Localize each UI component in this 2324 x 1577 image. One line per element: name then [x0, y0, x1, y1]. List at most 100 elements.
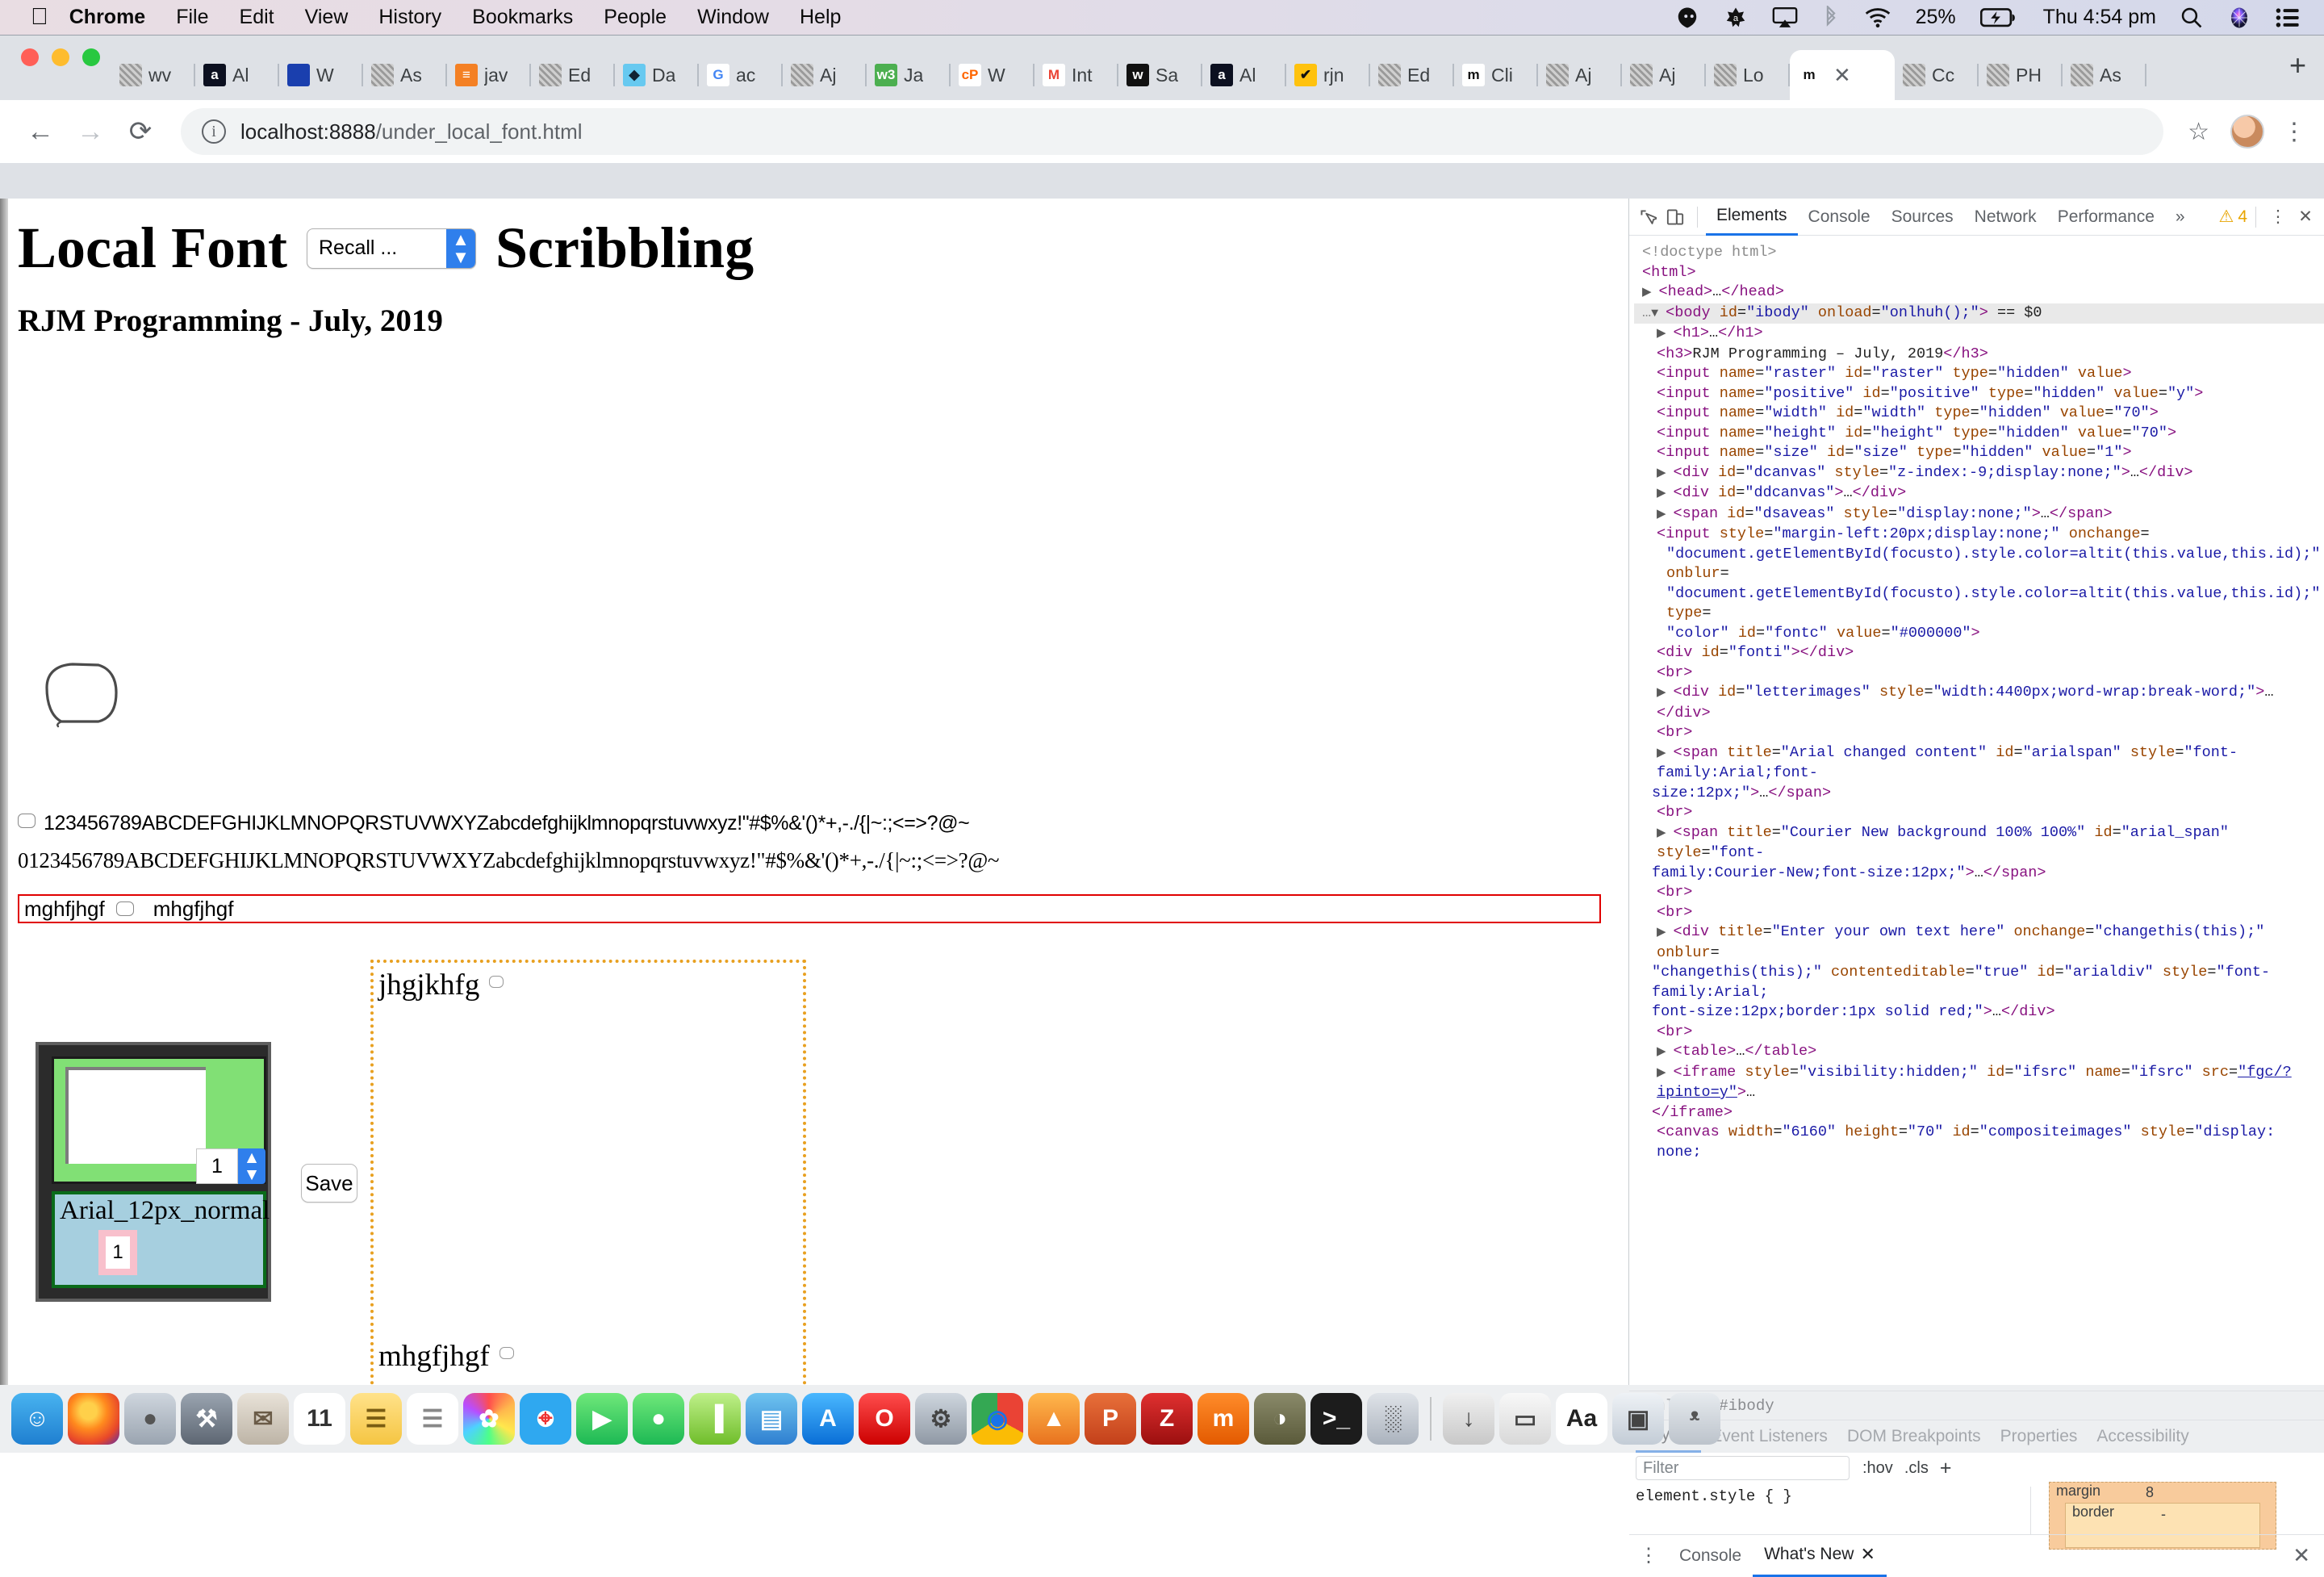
gimp-icon[interactable]: ◑: [1254, 1393, 1306, 1445]
font-book-icon[interactable]: Aa: [1556, 1393, 1607, 1445]
dotted-preview-box[interactable]: jhgjkhfg mhgfjhgf: [370, 960, 806, 1385]
expand-triangle-icon[interactable]: ▶: [1657, 508, 1674, 521]
drawer-tab-console[interactable]: Console: [1668, 1546, 1753, 1566]
expand-triangle-icon[interactable]: ▶: [1642, 286, 1659, 299]
dom-node-line[interactable]: <input style="margin-left:20px;display:n…: [1634, 525, 2324, 545]
dom-tree[interactable]: <!doctype html> <html> ▶ <head>…</head> …▼ …: [1629, 236, 2324, 1157]
devtools-menu-icon[interactable]: ⋮: [2264, 203, 2292, 231]
preview-icon[interactable]: ▣: [1612, 1393, 1664, 1445]
reminders-icon[interactable]: ☰: [407, 1393, 458, 1445]
dom-node-line[interactable]: <br>: [1634, 903, 2324, 923]
widget-stepper-value[interactable]: 1: [196, 1148, 238, 1184]
tab-performance[interactable]: Performance: [2047, 199, 2165, 236]
drawer-tab-whats-new[interactable]: What's New ✕: [1753, 1535, 1887, 1577]
widget-counter-box[interactable]: 1: [98, 1230, 137, 1275]
dotted-top-checkbox[interactable]: [489, 976, 504, 988]
dom-node-line[interactable]: <canvas width="6160" height="70" id="com…: [1634, 1123, 2324, 1157]
dom-node-line[interactable]: ▶ <div id="ddcanvas">…</div>: [1634, 483, 2324, 504]
dom-node-line[interactable]: size:12px;">…</span>: [1634, 784, 2324, 804]
devtools-close-icon[interactable]: ✕: [2292, 203, 2319, 231]
dom-node-line[interactable]: ▶ <h1>…</h1>: [1634, 324, 2324, 345]
expand-triangle-icon[interactable]: ▶: [1657, 926, 1674, 939]
menu-item-bookmarks[interactable]: Bookmarks: [472, 6, 573, 29]
dom-node-line[interactable]: "document.getElementById(focusto).style.…: [1634, 545, 2324, 584]
bluetooth-icon[interactable]: [1822, 5, 1840, 30]
vlc-icon[interactable]: ▲: [1028, 1393, 1080, 1445]
warning-icon[interactable]: ⚠ 4: [2218, 207, 2247, 227]
dom-node-line[interactable]: <h3>RJM Programming – July, 2019</h3>: [1634, 345, 2324, 365]
dom-node-line[interactable]: ▶ <div title="Enter your own text here" …: [1634, 922, 2324, 963]
page-left-edge-scrollbar[interactable]: [0, 199, 8, 1385]
dom-node-line[interactable]: <br>: [1634, 723, 2324, 743]
photos-icon[interactable]: ✿: [463, 1393, 515, 1445]
downloads-stack-icon[interactable]: ↓: [1443, 1393, 1494, 1445]
chrome-icon[interactable]: ◉: [972, 1393, 1023, 1445]
dom-node-line[interactable]: "document.getElementById(focusto).style.…: [1634, 584, 2324, 624]
font-preview-widget[interactable]: 1 ▲ ▼ Arial_12px_normal 1: [36, 1042, 271, 1302]
dotted-bottom-checkbox[interactable]: [499, 1347, 514, 1359]
device-toolbar-icon[interactable]: [1661, 203, 1689, 231]
dom-node-line[interactable]: <input name="size" id="size" type="hidde…: [1634, 443, 2324, 463]
moodle-icon[interactable]: m: [1198, 1393, 1249, 1445]
control-center-icon[interactable]: [2276, 7, 2300, 28]
more-tabs-icon[interactable]: »: [2165, 199, 2196, 236]
dom-node-line[interactable]: ▶ <span title="Courier New background 10…: [1634, 823, 2324, 864]
styles-filter-input[interactable]: Filter: [1636, 1456, 1850, 1480]
menu-item-people[interactable]: People: [604, 6, 667, 29]
widget-stepper[interactable]: 1 ▲ ▼: [196, 1148, 265, 1184]
expand-triangle-icon[interactable]: ▼: [1651, 307, 1666, 320]
menu-item-history[interactable]: History: [378, 6, 441, 29]
launchpad-icon[interactable]: ●: [124, 1393, 176, 1445]
numbers-icon[interactable]: ▐: [689, 1393, 741, 1445]
dom-node-line[interactable]: font-size:12px;border:1px solid red;">…<…: [1634, 1002, 2324, 1023]
drawer-menu-icon[interactable]: ⋮: [1629, 1544, 1668, 1567]
save-button[interactable]: Save: [301, 1164, 357, 1203]
dom-node-line[interactable]: family:Courier-New;font-size:12px;">…</s…: [1634, 864, 2324, 884]
avast-icon[interactable]: a: [1724, 6, 1748, 30]
expand-triangle-icon[interactable]: ▶: [1657, 327, 1674, 341]
documents-icon[interactable]: ▭: [1499, 1393, 1551, 1445]
expand-triangle-icon[interactable]: ▶: [1657, 1066, 1674, 1080]
activity-icon[interactable]: ░: [1367, 1393, 1419, 1445]
new-style-rule-button[interactable]: +: [1940, 1457, 1952, 1480]
dom-node-line[interactable]: …▼ <body id="ibody" onload="onlhuh();"> …: [1634, 303, 2324, 324]
spotlight-search-icon[interactable]: [2180, 6, 2203, 29]
dom-node-line[interactable]: ▶ <table>…</table>: [1634, 1042, 2324, 1063]
arialdiv-inline-checkbox[interactable]: [115, 901, 134, 916]
opera-icon[interactable]: O: [859, 1393, 910, 1445]
firefox-icon[interactable]: [68, 1393, 119, 1445]
appstore-icon[interactable]: A: [802, 1393, 854, 1445]
mail-icon[interactable]: ✉: [237, 1393, 289, 1445]
apple-icon[interactable]: : [31, 6, 48, 29]
dom-node-line[interactable]: <!doctype html>: [1634, 243, 2324, 263]
stepper-chevrons-icon[interactable]: ▲ ▼: [238, 1148, 265, 1184]
dom-node-line[interactable]: <div id="fonti"></div>: [1634, 643, 2324, 663]
notes-icon[interactable]: ☰: [350, 1393, 402, 1445]
tab-sources[interactable]: Sources: [1881, 199, 1964, 236]
wifi-icon[interactable]: [1864, 7, 1891, 28]
dom-node-line[interactable]: <br>: [1634, 663, 2324, 684]
expand-triangle-icon[interactable]: ▶: [1657, 487, 1674, 500]
dom-node-line[interactable]: ▶ <iframe style="visibility:hidden;" id=…: [1634, 1063, 2324, 1103]
safari-compass-icon[interactable]: ⌖: [520, 1393, 571, 1445]
dom-node-line[interactable]: "changethis(this);" contenteditable="tru…: [1634, 963, 2324, 1002]
expand-triangle-icon[interactable]: ▶: [1657, 466, 1674, 480]
messages-icon[interactable]: ●: [633, 1393, 684, 1445]
recall-select[interactable]: Recall ... ▲ ▼: [306, 228, 476, 269]
dom-node-line[interactable]: <input name="height" id="height" type="h…: [1634, 424, 2324, 444]
menu-item-file[interactable]: File: [176, 6, 208, 29]
facetime-icon[interactable]: ▶: [576, 1393, 628, 1445]
dom-node-line[interactable]: "color" id="fontc" value="#000000">: [1634, 624, 2324, 644]
expand-triangle-icon[interactable]: ▶: [1657, 747, 1674, 760]
powerpoint-icon[interactable]: P: [1085, 1393, 1136, 1445]
menu-item-help[interactable]: Help: [800, 6, 841, 29]
inspect-element-icon[interactable]: [1634, 203, 1661, 231]
dom-node-line[interactable]: ▶ <div id="dcanvas" style="z-index:-9;di…: [1634, 463, 2324, 484]
dom-node-line[interactable]: </iframe>: [1634, 1103, 2324, 1123]
dom-node-line[interactable]: <br>: [1634, 883, 2324, 903]
dom-node-line[interactable]: <br>: [1634, 803, 2324, 823]
arialdiv-editable[interactable]: mghfjhgf mhgfjhgf: [18, 894, 1601, 923]
dom-node-line[interactable]: ▶ <span title="Arial changed content" id…: [1634, 743, 2324, 784]
tab-elements[interactable]: Elements: [1706, 199, 1798, 236]
menu-item-chrome[interactable]: Chrome: [69, 6, 145, 29]
